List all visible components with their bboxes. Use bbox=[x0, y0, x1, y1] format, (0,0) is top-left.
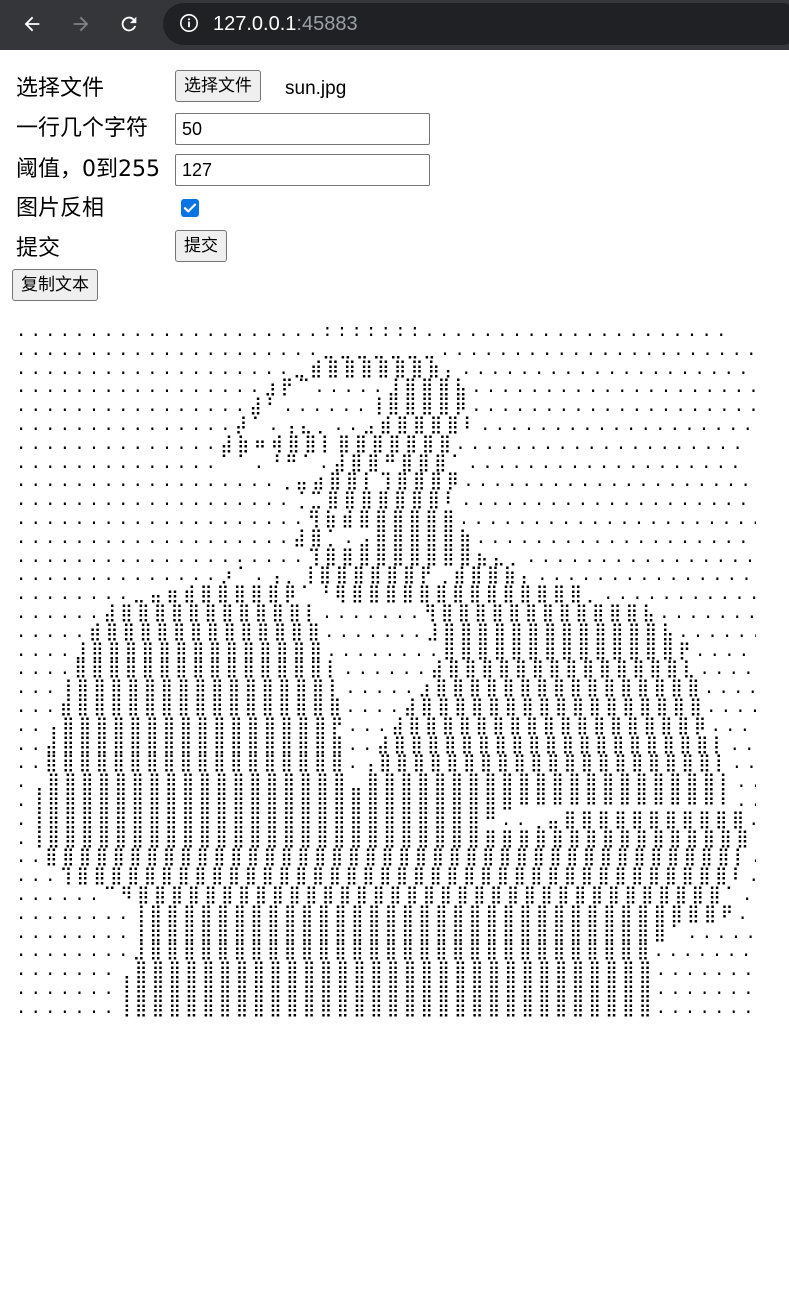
threshold-input[interactable]: 127 bbox=[175, 154, 430, 186]
address-bar[interactable]: 127.0.0.1:45883 bbox=[163, 3, 789, 45]
ascii-art-output: .....................:::::::............… bbox=[16, 322, 756, 1262]
arrow-right-icon bbox=[73, 16, 89, 32]
invert-label: 图片反相 bbox=[16, 196, 105, 221]
chars-per-line-input[interactable]: 50 bbox=[175, 113, 430, 145]
selected-file-name: sun.jpg bbox=[285, 78, 347, 99]
invert-checkbox[interactable] bbox=[181, 199, 199, 217]
back-button[interactable] bbox=[14, 6, 50, 42]
reload-icon bbox=[121, 16, 137, 32]
ascii-line: ...................⢈⣉⣿⣿⣿⣿⣿⣿⣿⠇...........… bbox=[16, 490, 753, 511]
submit-button[interactable]: 提交 bbox=[175, 230, 227, 262]
ascii-line: ..................⢀⣤⣴⣿⣿⡇⢹⣿⣿⣿⡿...........… bbox=[16, 471, 756, 492]
info-icon[interactable] bbox=[179, 13, 199, 33]
ascii-line: ...............⡼⠁.⢠⣄⡀..⣠⣾⣿⣿⣿⣿⠇..........… bbox=[16, 414, 756, 435]
ascii-line: .....⣾⣿⣿⣿⣿⣿⣿⣿⣿⣿⣿⣿⣿⣿.......⣸⣿⣿⣿⣿⣿⣿⣿⣿⣿⣿⣿⣿⣿… bbox=[16, 621, 756, 642]
ascii-line: .......⢸⣿⣿⣿⣿⣿⣿⣿⣿⣿⣿⣿⣿⣿⣿⣿⣿⣿⣿⣿⣿⣿⣿⣿⣿⣿⣿⣿⣿⣿⣿⣿.… bbox=[16, 997, 756, 1018]
url-port: :45883 bbox=[296, 13, 358, 35]
ascii-line: .....................⣀⣀⣀⣀⣀⣀⣀............… bbox=[16, 339, 756, 360]
ascii-line: ........⣸⣿⣿⣿⣿⣿⣿⣿⣿⣿⣿⣿⣿⣿⣿⣿⣿⣿⣿⣿⣿⣿⣿⣿⣿⣿⣿⣿⣿⣿⣿.… bbox=[16, 941, 756, 962]
ascii-line: ..⣼⣿⣿⣿⣿⣿⣿⣿⣿⣿⣿⣿⣿⣿⣿⣿⣿⣿..⣼⣿⣿⣿⣿⣿⣿⣿⣿⣿⣿⣿⣿⣿⣿⣿⣿⣿… bbox=[16, 734, 756, 755]
ascii-line: ....................⢻⣷⣾⣿⣿⣿⣿⣿⣿...........… bbox=[16, 508, 756, 529]
ascii-line: .......⢀⣿⣿⣿⣿⣿⣿⣿⣿⣿⣿⣿⣿⣿⣿⣿⣿⣿⣿⣿⣿⣿⣿⣿⣿⣿⣿⣿⣿⣿⣿⣿.… bbox=[16, 960, 756, 981]
ascii-line: ...................⣀⣾⣿⣿⣿⣿⣿⣿⣷⡄...........… bbox=[16, 358, 756, 379]
copy-text-button[interactable]: 复制文本 bbox=[12, 269, 98, 301]
forward-button[interactable] bbox=[63, 6, 99, 42]
ascii-line: .....................:::::::............… bbox=[16, 322, 731, 341]
ascii-line: ...⢸⣿⣿⣿⣿⣿⣿⣿⣿⣿⣿⣿⣿⣿⣿⣿⡇.....⣰⣿⣿⣿⣿⣿⣿⣿⣿⣿⣿⣿⣿⣿⣿… bbox=[16, 678, 756, 699]
ascii-line: ......⣼⣿⣿⣿⣿⣿⣿⣿⣿⣿⣿⣿⡇.......⢻⣿⣿⣿⣿⣿⣿⣿⣿⣿⣿⣿⣿⣧… bbox=[16, 602, 756, 623]
ascii-line: ........⣀⣤⣶⣾⣿⣿⣿⣿⣿⡿⠁⠘⢿⣿⣿⣿⣿⣿⣿⣿⣿⣿⣿⣿⣿⣿⣿⡀....… bbox=[16, 584, 756, 605]
arrow-left-icon bbox=[24, 16, 40, 32]
chars-per-line-label: 一行几个字符 bbox=[16, 116, 149, 141]
choose-file-button[interactable]: 选择文件 bbox=[175, 70, 261, 102]
ascii-line: ........⢸⣿⣿⣿⣿⣿⣿⣿⣿⣿⣿⣿⣿⣿⣿⣿⣿⣿⣿⣿⣿⣿⣿⣿⣿⣿⣿⣿⣿⣿⣿⣿… bbox=[16, 922, 756, 943]
ascii-line: .................⣰⡟⠉.....⣸⣿⣿⣿⣧..........… bbox=[16, 377, 756, 398]
ascii-line: ..⣿⣿⣿⣿⣿⣿⣿⣿⣿⣿⣿⣿⣿⣿⣿⣿⣿⣿.⢠⣿⣿⣿⣿⣿⣿⣿⣿⣿⣿⣿⣿⣿⣿⣿⣿⣿⣿… bbox=[16, 753, 756, 774]
ascii-line: ....⣿⣿⣿⣿⣿⣿⣿⣿⣿⣿⣿⣿⣿⣿⣿⡇......⣼⣿⣿⣿⣿⣿⣿⣿⣿⣿⣿⣿⣿⣿… bbox=[16, 659, 756, 680]
ascii-line: ...................⣼⣿⡁.⣠⣿⣿⣿⣿⣿⣷..........… bbox=[16, 527, 756, 548]
ascii-line: ....................⢹⣿⣿⣿⣿⣿⣿⣿⣿⣿⣦⣄⡀.......… bbox=[16, 546, 756, 567]
url-text: 127.0.0.1:45883 bbox=[213, 12, 358, 36]
ascii-line: ..............⣼⣷⠶⢾⣿⣿⡇⣿⣿⣿⣿⣿⣿⣿............… bbox=[16, 433, 748, 454]
ascii-line: ........⢸⣿⣿⣿⣿⣿⣿⣿⣿⣿⣿⣿⣿⣿⣿⣿⣿⣿⣿⣿⣿⣿⣿⣿⣿⣿⣿⣿⣿⣿⣿⣿… bbox=[16, 903, 756, 924]
submit-label: 提交 bbox=[16, 236, 61, 261]
ascii-line: ....⣸⣿⣿⣿⣿⣿⣿⣿⣿⣿⣿⣿⣿⣿⣿........⣿⣿⣿⣿⣿⣿⣿⣿⣿⣿⣿⣿⣿… bbox=[16, 640, 756, 661]
ascii-line: ..⢠⣿⣿⣿⣿⣿⣿⣿⣿⣿⣿⣿⣿⣿⣿⣿⣿⡟...⣼⣿⣿⣿⣿⣿⣿⣿⣿⣿⣿⣿⣿⣿⣿⣿⣿… bbox=[16, 715, 756, 736]
url-host: 127.0.0.1 bbox=[213, 13, 297, 35]
ascii-line: ......⠉⠻⣿⣿⣿⣿⣿⣿⣿⣿⣿⣿⣿⣿⣿⣿⣿⣿⣿⣿⣿⣿⣿⣿⣿⣿⣿⣿⣿⣿⣿⣿⣿⣿… bbox=[16, 884, 756, 905]
ascii-line: .⢀⣿⣿⣿⣿⣿⣿⣿⣿⣿⣿⣿⣿⣿⣿⣿⣿⣿⣿⣀⣿⣿⣿⣿⣿⣿⣿⣿⣿⣿⣿⣿⣿⣿⣿⣿⣿⣿⣿… bbox=[16, 772, 756, 793]
ascii-line: ...⣾⣿⣿⣿⣿⣿⣿⣿⣿⣿⣿⣿⣿⣿⣿⣿⣿....⣼⣿⣿⣿⣿⣿⣿⣿⣿⣿⣿⣿⣿⣿⣿⣿… bbox=[16, 696, 756, 717]
ascii-line: ..⣿⣿⣿⣿⣿⣿⣿⣿⣿⣿⣿⣿⣿⣿⣿⣿⣿⣿⣿⣿⣿⣿⣿⣿⣿⣿⣿⣿⣿⣿⣿⣿⣿⣿⣿⣿⣿⣿… bbox=[16, 847, 756, 868]
reload-button[interactable] bbox=[111, 6, 147, 42]
ascii-line: ..............⡰⠁.⢠⡀⢸⣿⣿⣿⣿⣿⣿⡟⢀⣾⣿⣿⣷⡄.......… bbox=[16, 565, 756, 586]
checkmark-icon bbox=[183, 203, 197, 213]
browser-toolbar: 127.0.0.1:45883 bbox=[0, 0, 789, 50]
ascii-line: .......⢸⣿⣿⣿⣿⣿⣿⣿⣿⣿⣿⣿⣿⣿⣿⣿⣿⣿⣿⣿⣿⣿⣿⣿⣿⣿⣿⣿⣿⣿⣿⣿.… bbox=[16, 978, 756, 999]
ascii-line: ..............⠁⠁.⠘⠛⠁.⣼⣿⣿⠛⣿⣿⣿⠁...........… bbox=[16, 452, 745, 473]
threshold-label: 阈值，0到255 bbox=[16, 157, 160, 182]
ascii-line: .⢸⣿⣿⣿⣿⣿⣿⣿⣿⣿⣿⣿⣿⣿⣿⣿⣿⣿⣿⣿⣿⣿⣿⣿⣿⣿⣿⠛..⢀⣤⣿⣿⣿⣿⣿⣿⣿… bbox=[16, 809, 756, 830]
ascii-line: .⢸⣿⣿⣿⣿⣿⣿⣿⣿⣿⣿⣿⣿⣿⣿⣿⣿⣿⣿⣿⣿⣿⣿⣿⣿⣿⣿⣿⣿⠿⠿⠿⠿⠿⠿⠿⠿⠿⠿… bbox=[16, 790, 756, 811]
ascii-line: .⢸⣿⣿⣿⣿⣿⣿⣿⣿⣿⣿⣿⣿⣿⣿⣿⣿⣿⣿⣿⣿⣿⣿⣿⣿⣿⣿⣿⣿⣿⣿⣿⣿⣿⣿⣿⣿⣿⣿… bbox=[16, 828, 756, 849]
ascii-line: ...⢹⣿⣿⣿⣿⣿⣿⣿⣿⣿⣿⣿⣿⣿⣿⣿⣿⣿⣿⣿⣿⣿⣿⣿⣿⣿⣿⣿⣿⣿⣿⣿⣿⣿⣿⣿⣿… bbox=[16, 866, 756, 887]
file-label: 选择文件 bbox=[16, 76, 105, 101]
ascii-line: ................⣼⠃......⢸⣿⣿⣿⣿⡿..........… bbox=[16, 396, 756, 417]
